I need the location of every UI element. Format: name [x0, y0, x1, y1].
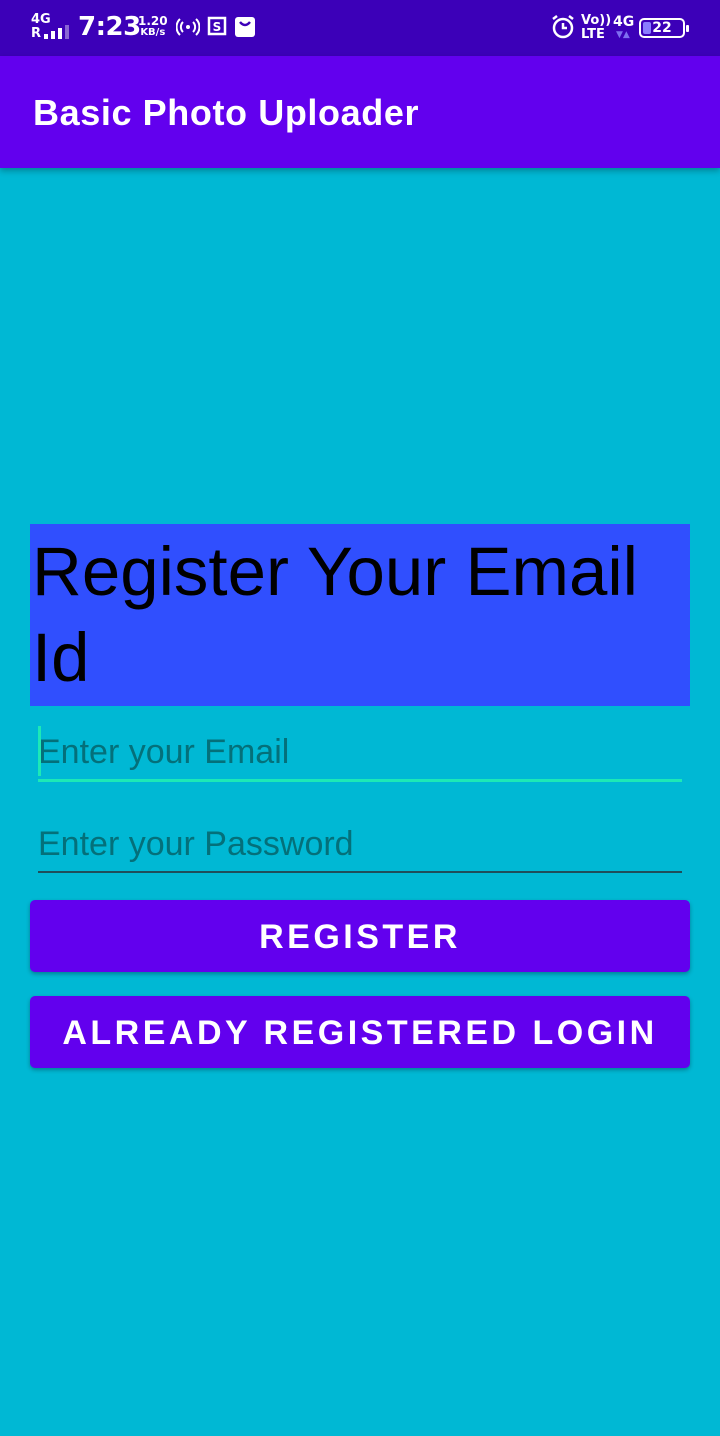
volte-indicator: Vo)) LTE [581, 13, 612, 42]
app-title: Basic Photo Uploader [33, 92, 420, 133]
shopping-bag-icon [234, 16, 256, 42]
hotspot-icon [175, 15, 201, 43]
register-heading: Register Your Email Id [30, 524, 690, 706]
data-type-indicator: 4G [613, 14, 635, 30]
network-speed: 1.20 KB/s [138, 14, 168, 38]
email-field[interactable] [38, 726, 682, 782]
screenshot-icon: S [206, 15, 228, 43]
password-field[interactable] [38, 817, 682, 873]
status-bar: 4G R 7:23 1.20 KB/s S Vo)) LTE 4G ▼▲ 22 [0, 0, 720, 56]
already-registered-login-button[interactable]: ALREADY REGISTERED LOGIN [30, 996, 690, 1068]
battery-level: 22 [652, 20, 672, 36]
text-cursor [38, 726, 41, 776]
signal-strength-icon [44, 25, 70, 39]
svg-text:S: S [213, 20, 222, 34]
alarm-icon [550, 14, 576, 44]
clock: 7:23 [78, 12, 141, 42]
battery-icon: 22 [639, 18, 689, 38]
register-button[interactable]: REGISTER [30, 900, 690, 972]
email-input[interactable] [38, 726, 682, 779]
data-activity-icon: ▼▲ [616, 30, 630, 40]
app-bar: Basic Photo Uploader [0, 56, 720, 168]
password-input[interactable] [38, 817, 682, 871]
